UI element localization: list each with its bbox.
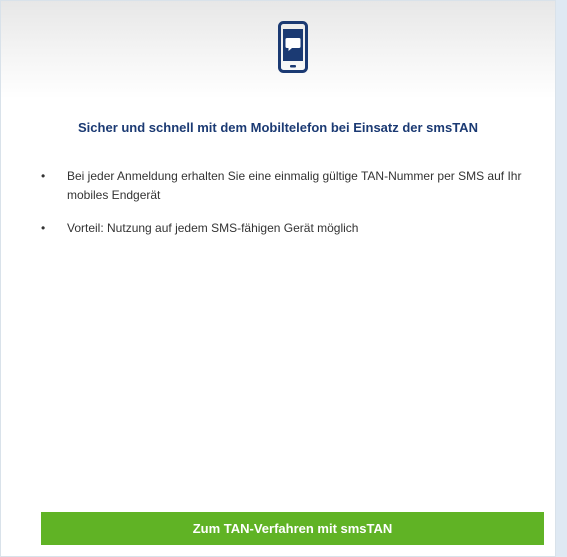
page-title: Sicher und schnell mit dem Mobiltelefon …: [78, 120, 478, 135]
bullet-icon: •: [41, 169, 46, 183]
benefit-text: Vorteil: Nutzung auf jedem SMS-fähigen G…: [67, 221, 359, 235]
smartphone-message-icon: [278, 21, 308, 73]
smstan-card: Sicher und schnell mit dem Mobiltelefon …: [0, 0, 556, 557]
card-header: [1, 1, 555, 99]
benefit-text: Bei jeder Anmeldung erhalten Sie eine ei…: [67, 169, 522, 202]
list-item: • Bei jeder Anmeldung erhalten Sie eine …: [41, 167, 541, 205]
benefit-list: • Bei jeder Anmeldung erhalten Sie eine …: [41, 167, 541, 252]
list-item: • Vorteil: Nutzung auf jedem SMS-fähigen…: [41, 219, 541, 238]
smstan-procedure-button[interactable]: Zum TAN-Verfahren mit smsTAN: [41, 512, 544, 545]
bullet-icon: •: [41, 221, 46, 235]
